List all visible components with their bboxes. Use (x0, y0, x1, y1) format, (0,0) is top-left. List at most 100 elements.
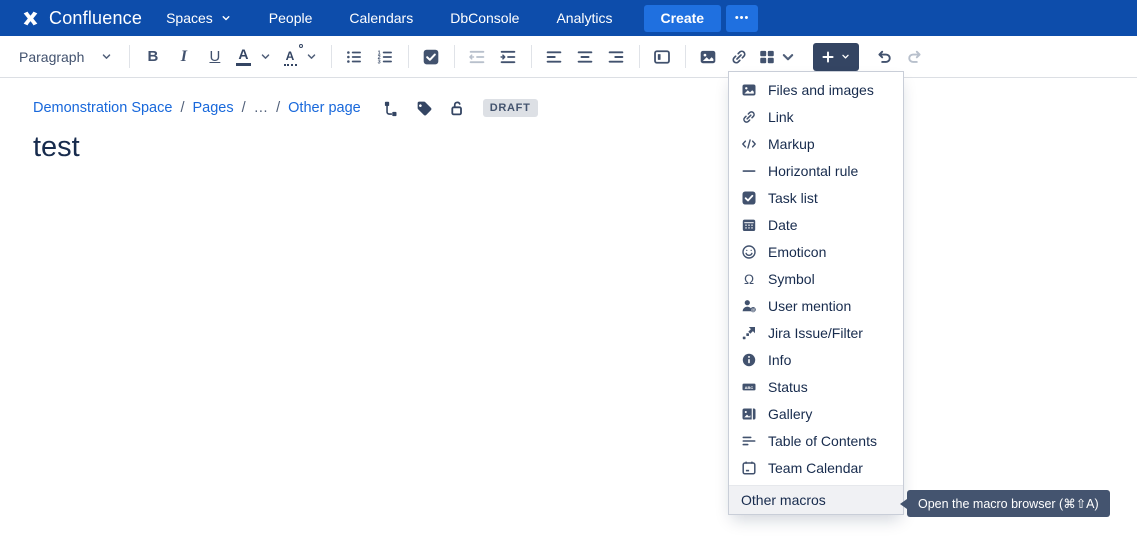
nav-menu: Spaces People Calendars DbConsole Analytics (166, 10, 649, 26)
nav-more-button[interactable]: ••• (726, 5, 758, 32)
menu-item-table-of-contents[interactable]: Table of Contents (729, 427, 903, 454)
toolbar-separator (454, 45, 455, 68)
horizontal-rule-icon (741, 163, 757, 179)
redo-icon (906, 48, 924, 66)
insert-dropdown-menu: Files and images Link Markup Horizontal rul… (728, 71, 904, 515)
menu-item-task-list[interactable]: Task list (729, 184, 903, 211)
menu-item-markup[interactable]: Markup (729, 130, 903, 157)
redo-button[interactable] (900, 42, 931, 72)
menu-item-link[interactable]: Link (729, 103, 903, 130)
undo-redo-group (869, 42, 931, 72)
underline-icon: U (209, 48, 220, 65)
page-action-icons (383, 100, 466, 117)
underline-button[interactable]: U (199, 42, 230, 72)
menu-item-label: Status (768, 379, 808, 395)
menu-item-info[interactable]: Info (729, 346, 903, 373)
confluence-logo[interactable]: Confluence (20, 8, 142, 29)
page-layout-button[interactable] (647, 42, 678, 72)
insert-table-button[interactable] (755, 42, 801, 72)
menu-item-symbol[interactable]: ΩSymbol (729, 265, 903, 292)
align-right-button[interactable] (601, 42, 632, 72)
menu-item-label: Info (768, 352, 791, 368)
nav-item-people[interactable]: People (269, 10, 313, 26)
menu-item-gallery[interactable]: Gallery (729, 400, 903, 427)
toolbar-separator (408, 45, 409, 68)
toolbar-separator (639, 45, 640, 68)
outdent-icon (468, 48, 486, 66)
tooltip-arrow (900, 499, 907, 509)
toolbar-separator (129, 45, 130, 68)
menu-item-label: Markup (768, 136, 815, 152)
insert-menu-list: Files and images Link Markup Horizontal rul… (729, 72, 903, 485)
insert-link-button[interactable] (724, 42, 755, 72)
menu-item-files-and-images[interactable]: Files and images (729, 76, 903, 103)
undo-button[interactable] (869, 42, 900, 72)
user-mention-icon: @ (741, 298, 757, 314)
menu-item-label: User mention (768, 298, 851, 314)
unlock-icon[interactable] (449, 100, 466, 117)
breadcrumb-link-demonstration-space[interactable]: Demonstration Space (33, 100, 172, 116)
nav-item-calendars[interactable]: Calendars (349, 10, 413, 26)
jira-icon (741, 325, 757, 341)
page-title[interactable]: test (33, 131, 80, 164)
menu-item-status[interactable]: ABCStatus (729, 373, 903, 400)
italic-button[interactable]: I (168, 42, 199, 72)
menu-item-jira-issue-filter[interactable]: Jira Issue/Filter (729, 319, 903, 346)
menu-item-label: Horizontal rule (768, 163, 858, 179)
insert-files-images-button[interactable] (693, 42, 724, 72)
breadcrumb-link-pages[interactable]: Pages (192, 100, 233, 116)
align-left-icon (545, 48, 563, 66)
menu-item-emoticon[interactable]: Emoticon (729, 238, 903, 265)
svg-text:Ω: Ω (744, 271, 754, 286)
align-left-button[interactable] (539, 42, 570, 72)
labels-icon[interactable] (416, 100, 433, 117)
undo-icon (875, 48, 893, 66)
nav-item-analytics[interactable]: Analytics (556, 10, 612, 26)
emoticon-icon (741, 244, 757, 260)
align-right-icon (607, 48, 625, 66)
menu-item-date[interactable]: Date (729, 211, 903, 238)
create-button[interactable]: Create (644, 5, 722, 32)
svg-text:@: @ (751, 307, 756, 312)
menu-item-label: Date (768, 217, 798, 233)
menu-item-label: Link (768, 109, 794, 125)
outdent-button[interactable] (462, 42, 493, 72)
more-formatting-button[interactable]: A (278, 42, 324, 72)
bullet-list-icon (345, 48, 363, 66)
bold-button[interactable]: B (137, 42, 168, 72)
align-center-icon (576, 48, 594, 66)
menu-item-user-mention[interactable]: @ User mention (729, 292, 903, 319)
menu-item-horizontal-rule[interactable]: Horizontal rule (729, 157, 903, 184)
breadcrumb-link-other-page[interactable]: Other page (288, 100, 361, 116)
menu-item-label: Table of Contents (768, 433, 877, 449)
nav-item-dbconsole[interactable]: DbConsole (450, 10, 519, 26)
top-navigation-bar: Confluence Spaces People Calendars DbConsol… (0, 0, 1137, 36)
chevron-down-icon (259, 50, 272, 63)
chevron-down-icon (305, 50, 318, 63)
nav-item-label: People (269, 10, 313, 26)
svg-text:3: 3 (378, 59, 381, 65)
table-icon (758, 48, 776, 66)
text-color-button[interactable]: A (230, 42, 277, 72)
paragraph-style-dropdown[interactable]: Paragraph (10, 42, 122, 72)
breadcrumb-separator: / (276, 100, 280, 116)
menu-item-team-calendar[interactable]: Team Calendar (729, 454, 903, 481)
task-list-icon (741, 190, 757, 206)
numbered-list-icon: 123 (376, 48, 394, 66)
markup-icon (741, 136, 757, 152)
nav-item-spaces[interactable]: Spaces (166, 10, 232, 26)
nav-item-label: Analytics (556, 10, 612, 26)
menu-item-label: Task list (768, 190, 818, 206)
indent-button[interactable] (493, 42, 524, 72)
numbered-list-button[interactable]: 123 (370, 42, 401, 72)
nav-item-label: Calendars (349, 10, 413, 26)
bullet-list-button[interactable] (339, 42, 370, 72)
insert-more-content-button[interactable] (813, 43, 859, 71)
align-center-button[interactable] (570, 42, 601, 72)
task-list-button[interactable] (416, 42, 447, 72)
menu-item-other-macros[interactable]: Other macros (729, 485, 903, 514)
editor-toolbar: Paragraph B I U A A 123 (0, 36, 1137, 78)
image-icon (699, 48, 717, 66)
breadcrumb: Demonstration Space/Pages/…/Other pageDR… (33, 99, 538, 117)
page-tree-icon[interactable] (383, 100, 400, 117)
